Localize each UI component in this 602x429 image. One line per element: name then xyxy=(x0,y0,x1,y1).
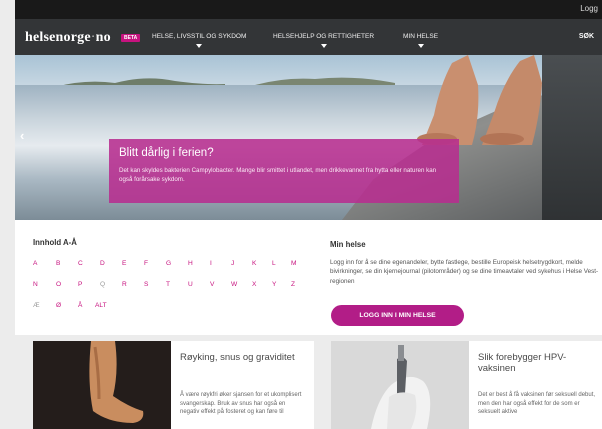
card-text: Å være røykfri øker sjansen for et ukomp… xyxy=(180,392,302,416)
az-letter[interactable]: L xyxy=(272,260,276,267)
min-helse-text: Logg inn for å se dine egenandeler, bytt… xyxy=(330,259,599,285)
login-link[interactable]: Logg xyxy=(580,4,598,13)
top-bar: Logg xyxy=(15,0,602,19)
carousel-prev-icon[interactable]: ‹ xyxy=(20,128,24,143)
login-min-helse-button[interactable]: LOGG INN I MIN HELSE xyxy=(331,305,464,326)
nav-item-helse-livsstil[interactable]: HELSE, LIVSSTIL OG SYKDOM xyxy=(152,33,247,48)
az-letter[interactable]: I xyxy=(210,260,212,267)
article-card[interactable]: Slik forebygger HPV-vaksinen Det er best… xyxy=(331,341,602,429)
content-panel: Innhold A-Å A B C D E F G H I J K L M N … xyxy=(15,220,602,335)
az-letter[interactable]: W xyxy=(231,281,237,288)
min-helse-heading: Min helse xyxy=(330,240,366,249)
az-letter-all[interactable]: ALT xyxy=(95,302,107,309)
az-letter[interactable]: P xyxy=(78,281,82,288)
card-title: Slik forebygger HPV-vaksinen xyxy=(478,352,567,374)
az-letter[interactable]: C xyxy=(78,260,83,267)
article-card[interactable]: Røyking, snus og graviditet Å være røykf… xyxy=(33,341,314,429)
az-letter[interactable]: A xyxy=(33,260,37,267)
page: Logg helsenorge·no BETA HELSE, LIVSSTIL … xyxy=(0,0,602,429)
nav-item-helsehjelp[interactable]: HELSEHJELP OG RETTIGHETER xyxy=(273,33,375,48)
az-letter[interactable]: O xyxy=(56,281,61,288)
az-letter[interactable]: R xyxy=(122,281,127,288)
az-letter[interactable]: E xyxy=(122,260,126,267)
card-text: Det er best å få vaksinen før seksuell d… xyxy=(478,392,596,416)
hero-carousel[interactable]: ‹ Blitt dårlig i ferien? Det kan skyldes… xyxy=(15,55,602,220)
az-letter[interactable]: M xyxy=(291,260,297,267)
hero-title: Blitt dårlig i ferien? xyxy=(119,147,214,159)
az-letter[interactable]: G xyxy=(166,260,171,267)
caret-down-icon xyxy=(320,44,327,48)
beta-badge: BETA xyxy=(121,34,141,42)
az-letter[interactable]: Å xyxy=(78,302,82,309)
nav-item-label: HELSEHJELP OG RETTIGHETER xyxy=(273,33,375,40)
az-letter[interactable]: N xyxy=(33,281,38,288)
az-letter[interactable]: F xyxy=(144,260,148,267)
az-letter[interactable]: K xyxy=(252,260,256,267)
az-letter[interactable]: V xyxy=(210,281,214,288)
az-letter: Æ xyxy=(33,302,40,309)
nav-item-label: MIN HELSE xyxy=(403,33,439,40)
main-nav: helsenorge·no BETA HELSE, LIVSSTIL OG SY… xyxy=(15,19,602,55)
card-image-leg xyxy=(33,341,171,429)
az-letter[interactable]: D xyxy=(100,260,105,267)
az-letter[interactable]: Ø xyxy=(56,302,61,309)
caret-down-icon xyxy=(417,44,424,48)
hero-feet-image xyxy=(417,55,542,145)
nav-item-min-helse[interactable]: MIN HELSE xyxy=(403,33,439,48)
az-letter[interactable]: Z xyxy=(291,281,295,288)
az-letter[interactable]: T xyxy=(166,281,170,288)
az-letter[interactable]: S xyxy=(144,281,148,288)
az-letter[interactable]: X xyxy=(252,281,256,288)
az-letter[interactable]: U xyxy=(188,281,193,288)
logo[interactable]: helsenorge·no xyxy=(25,30,111,46)
az-heading: Innhold A-Å xyxy=(33,238,77,247)
hero-text: Det kan skyldes bakterien Campylobacter.… xyxy=(119,167,437,183)
logo-main: helsenorge xyxy=(25,30,91,45)
az-letter[interactable]: Y xyxy=(272,281,276,288)
az-letter[interactable]: J xyxy=(231,260,234,267)
card-title: Røyking, snus og graviditet xyxy=(180,352,295,363)
nav-item-label: HELSE, LIVSSTIL OG SYKDOM xyxy=(152,33,247,40)
card-image-vaccine xyxy=(331,341,469,429)
search-button[interactable]: SØK xyxy=(579,33,594,40)
az-letter[interactable]: H xyxy=(188,260,193,267)
az-letter: Q xyxy=(100,281,106,288)
caret-down-icon xyxy=(196,44,203,48)
logo-tld: no xyxy=(95,30,111,45)
az-letter[interactable]: B xyxy=(56,260,60,267)
hero-caption[interactable]: Blitt dårlig i ferien? Det kan skyldes b… xyxy=(109,139,459,203)
